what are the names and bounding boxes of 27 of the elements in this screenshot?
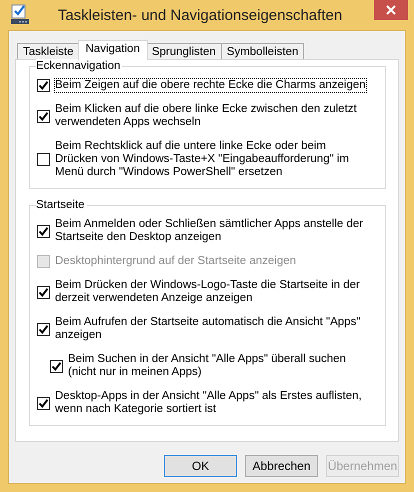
dialog-button[interactable]: OK: [164, 455, 237, 477]
checkbox[interactable]: [37, 286, 50, 298]
tab[interactable]: Symbolleisten: [220, 43, 304, 60]
taskbar-settings-icon: [10, 4, 30, 26]
dialog-button[interactable]: Abbrechen: [245, 455, 318, 477]
checkbox[interactable]: [37, 79, 50, 92]
tab[interactable]: Sprunglisten: [146, 43, 222, 60]
checkbox-label[interactable]: Beim Aufrufen der Startseite automatisch die Ansicht "Apps" anzeigen: [54, 315, 372, 343]
checkbox-label[interactable]: Beim Drücken der Windows-Logo-Taste die Startseite in der derzeit verwendeten Anzeige anzeigen: [54, 278, 372, 306]
checkbox[interactable]: [50, 360, 63, 372]
checkbox[interactable]: [37, 153, 50, 166]
group-title: Eckennavigation: [36, 59, 122, 73]
checkbox[interactable]: [37, 110, 50, 122]
checkbox[interactable]: [37, 224, 50, 238]
close-button[interactable]: [374, 0, 408, 20]
checkbox[interactable]: [37, 396, 50, 410]
close-icon[interactable]: [386, 5, 396, 15]
tab[interactable]: Navigation: [78, 40, 148, 60]
checkbox-label[interactable]: Beim Rechtsklick auf die untere linke Ecke oder beim Drücken von Windows-Taste+X "Eingabeaufforderung" im Menü durch "Windows PowerShell" ersetzen: [54, 139, 372, 180]
window-title: Taskleisten- und Navigationseigenschaften: [56, 6, 344, 26]
tab[interactable]: Taskleiste: [17, 43, 80, 60]
checkbox[interactable]: [37, 322, 50, 336]
checkbox-label[interactable]: Beim Anmelden oder Schließen sämtlicher Apps anstelle der Startseite den Desktop anzeigen: [54, 217, 372, 245]
checkbox-label[interactable]: Desktop-Apps in der Ansicht "Alle Apps" als Erstes auflisten, wenn nach Kategorie sortiert ist: [54, 389, 372, 417]
checkbox-label[interactable]: Beim Suchen in der Ansicht "Alle Apps" überall suchen (nicht nur in meinen Apps): [67, 352, 357, 380]
checkbox-label[interactable]: Beim Zeigen auf die obere rechte Ecke die Charms anzeigen: [54, 78, 367, 93]
checkbox-label[interactable]: Beim Klicken auf die obere linke Ecke zwischen den zuletzt verwendeten Apps wechseln: [54, 102, 372, 130]
